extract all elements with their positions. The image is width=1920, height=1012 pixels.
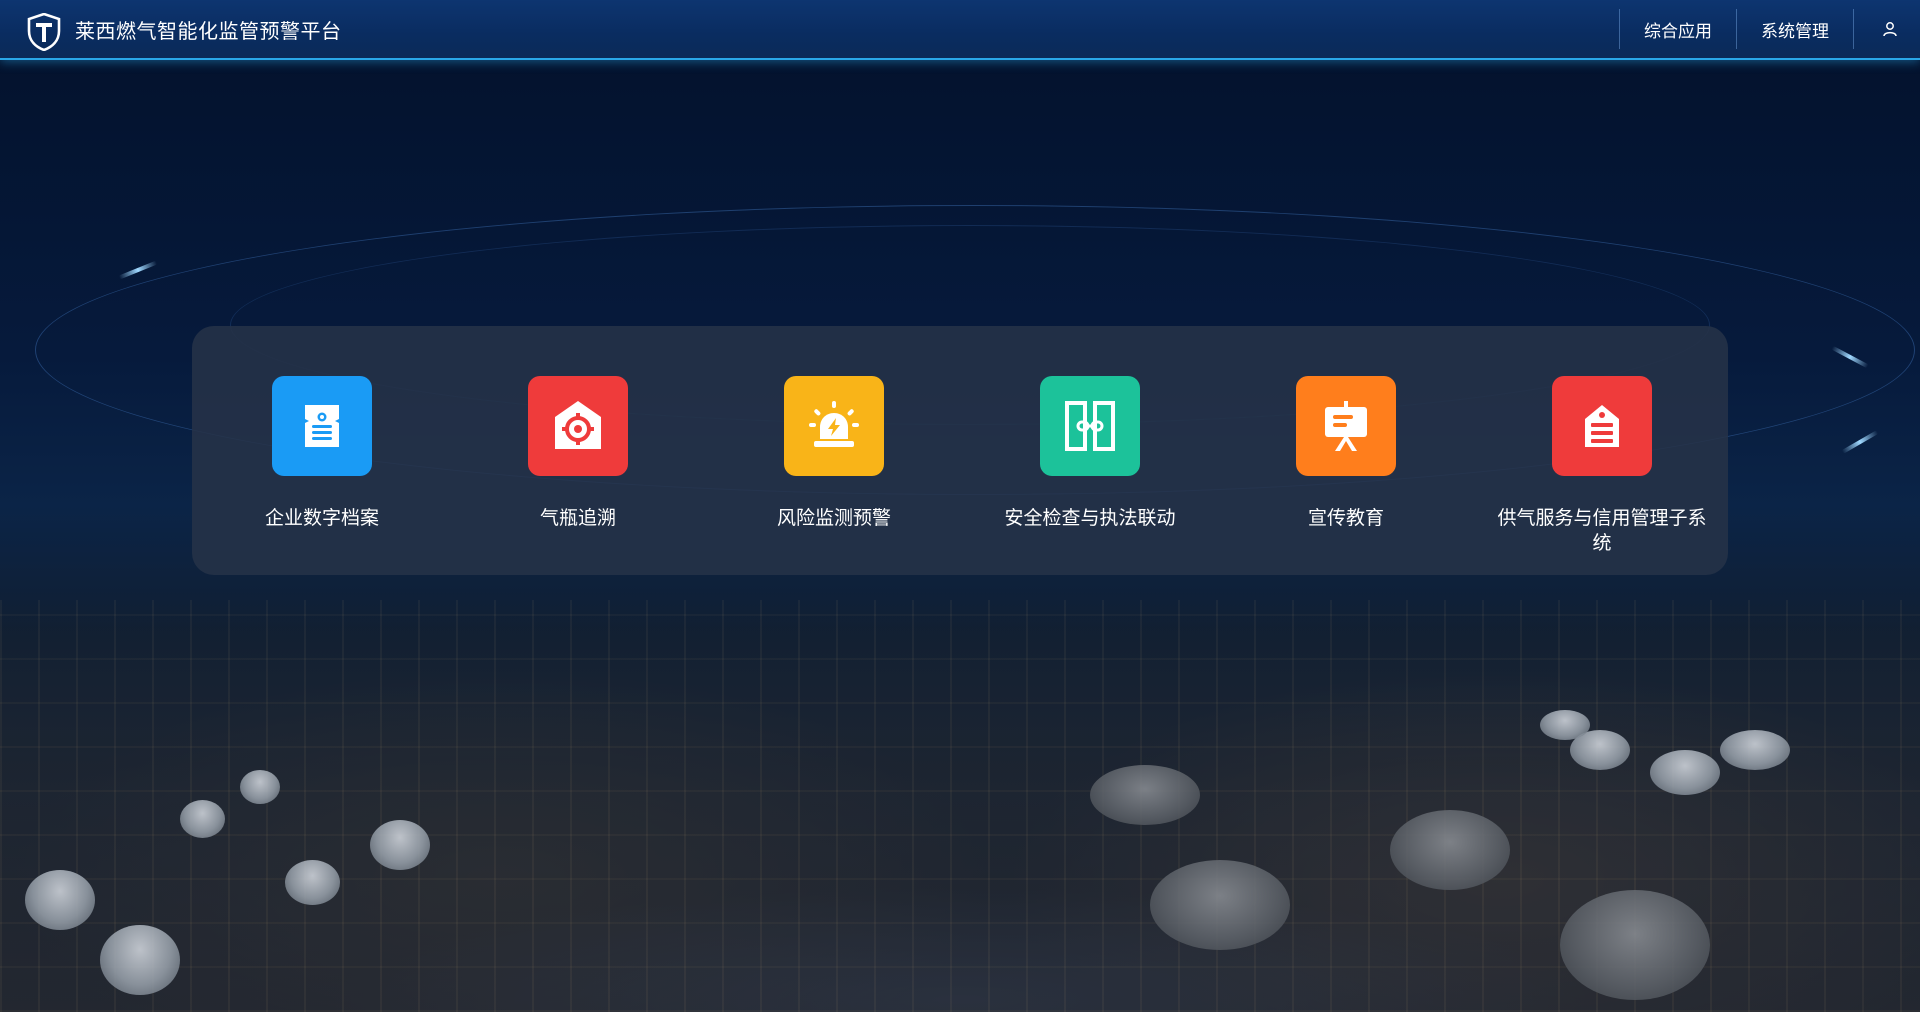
module-cylinder-trace[interactable]: 气瓶追溯: [468, 376, 688, 531]
linked-doors-icon: [1040, 376, 1140, 476]
top-nav: 综合应用 系统管理: [1619, 0, 1920, 58]
module-supply-credit[interactable]: 供气服务与信用管理子系统: [1492, 376, 1712, 556]
module-panel: 企业数字档案 气瓶追溯 风险监测预警 安全检查与执法联动 宣传教育 供气服务与信…: [192, 326, 1728, 575]
module-risk-warning[interactable]: 风险监测预警: [724, 376, 944, 531]
user-menu-button[interactable]: [1853, 9, 1920, 49]
target-house-icon: [528, 376, 628, 476]
module-label: 供气服务与信用管理子系统: [1497, 507, 1707, 554]
user-icon: [1883, 22, 1897, 37]
module-label: 企业数字档案: [264, 507, 379, 529]
module-inspection-enforcement[interactable]: 安全检查与执法联动: [980, 376, 1200, 531]
refinery-backdrop: [0, 600, 1920, 1012]
module-label: 宣传教育: [1307, 507, 1384, 529]
module-enterprise-archive[interactable]: 企业数字档案: [212, 376, 432, 531]
module-label: 安全检查与执法联动: [1004, 507, 1176, 529]
nav-item-comprehensive[interactable]: 综合应用: [1619, 9, 1736, 49]
list-tag-icon: [1552, 376, 1652, 476]
alarm-light-icon: [784, 376, 884, 476]
nav-item-system-admin[interactable]: 系统管理: [1736, 9, 1853, 49]
shield-logo-icon: [27, 13, 61, 51]
archive-icon: [272, 376, 372, 476]
top-header: 莱西燃气智能化监管预警平台 综合应用 系统管理: [0, 0, 1920, 60]
app-title: 莱西燃气智能化监管预警平台: [75, 19, 342, 43]
module-label: 风险监测预警: [776, 507, 891, 529]
presentation-board-icon: [1296, 376, 1396, 476]
module-label: 气瓶追溯: [539, 507, 616, 529]
module-publicity-education[interactable]: 宣传教育: [1236, 376, 1456, 531]
